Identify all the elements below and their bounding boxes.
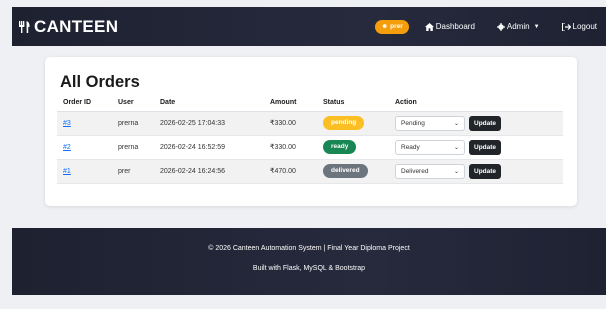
- home-icon: [424, 22, 434, 31]
- nav-admin-dropdown[interactable]: Admin ▼: [496, 22, 540, 31]
- status-badge: pending: [323, 116, 365, 130]
- order-link[interactable]: #3: [63, 120, 71, 127]
- order-link[interactable]: #2: [63, 144, 71, 151]
- brand[interactable]: CANTEEN: [18, 17, 118, 37]
- order-amount: ₹330.00: [264, 111, 317, 136]
- nav-dashboard[interactable]: Dashboard: [424, 22, 475, 31]
- orders-table: Order ID User Date Amount Status Action …: [57, 95, 563, 184]
- user-icon: ☻: [381, 23, 389, 30]
- order-user: prerna: [112, 135, 154, 160]
- col-order-id: Order ID: [57, 95, 112, 112]
- status-select-value: Delivered: [401, 167, 429, 175]
- status-select[interactable]: Ready ⌄: [395, 139, 465, 155]
- order-date: 2026-02-24 16:24:56: [154, 159, 264, 184]
- order-user: prer: [112, 159, 154, 184]
- table-header-row: Order ID User Date Amount Status Action: [57, 95, 563, 112]
- status-select[interactable]: Pending ⌄: [395, 115, 465, 131]
- order-date: 2026-02-24 16:52:59: [154, 135, 264, 160]
- status-select-value: Pending: [401, 119, 425, 127]
- nav-dashboard-label: Dashboard: [435, 22, 475, 31]
- col-status: Status: [317, 95, 389, 112]
- update-button[interactable]: Update: [469, 139, 502, 155]
- order-user: prerna: [112, 111, 154, 136]
- table-row: #2 prerna 2026-02-24 16:52:59 ₹330.00 re…: [57, 135, 563, 160]
- user-badge[interactable]: ☻ prer: [375, 19, 409, 34]
- update-button[interactable]: Update: [469, 163, 502, 179]
- logout-icon: [561, 22, 571, 31]
- page-title: All Orders: [60, 73, 140, 91]
- order-link[interactable]: #1: [63, 168, 71, 175]
- footer: © 2026 Canteen Automation System | Final…: [12, 228, 606, 295]
- brand-name: CANTEEN: [34, 16, 119, 36]
- table-row: #3 prerna 2026-02-25 17:04:33 ₹330.00 pe…: [57, 111, 563, 136]
- footer-copyright: © 2026 Canteen Automation System | Final…: [208, 245, 410, 252]
- col-amount: Amount: [264, 95, 317, 112]
- user-name: prer: [390, 23, 403, 30]
- status-badge: delivered: [323, 164, 368, 178]
- nav-logout-label: Logout: [572, 22, 597, 31]
- utensils-icon: [19, 20, 30, 33]
- status-select[interactable]: Delivered ⌄: [395, 163, 465, 179]
- nav-right: ☻ prer Dashboard Admin ▼ Logout: [375, 7, 606, 46]
- order-amount: ₹470.00: [264, 159, 317, 184]
- status-badge: ready: [323, 140, 357, 154]
- caret-down-icon: ▼: [533, 23, 540, 30]
- chevron-down-icon: ⌄: [453, 144, 459, 151]
- table-row: #1 prer 2026-02-24 16:24:56 ₹470.00 deli…: [57, 159, 563, 184]
- nav-admin-label: Admin: [506, 22, 530, 31]
- footer-credits: Built with Flask, MySQL & Bootstrap: [252, 265, 366, 272]
- top-navbar: CANTEEN ☻ prer Dashboard Admin ▼ Logout: [12, 7, 606, 46]
- update-button[interactable]: Update: [469, 115, 502, 131]
- col-user: User: [112, 95, 154, 112]
- order-amount: ₹330.00: [264, 135, 317, 160]
- chevron-down-icon: ⌄: [453, 168, 459, 175]
- gear-icon: [496, 22, 505, 31]
- order-date: 2026-02-25 17:04:33: [154, 111, 264, 136]
- orders-card: All Orders Order ID User Date Amount Sta…: [45, 57, 577, 206]
- nav-logout[interactable]: Logout: [561, 22, 597, 31]
- status-select-value: Ready: [401, 143, 420, 151]
- col-date: Date: [154, 95, 264, 112]
- col-action: Action: [389, 95, 563, 112]
- chevron-down-icon: ⌄: [453, 120, 459, 127]
